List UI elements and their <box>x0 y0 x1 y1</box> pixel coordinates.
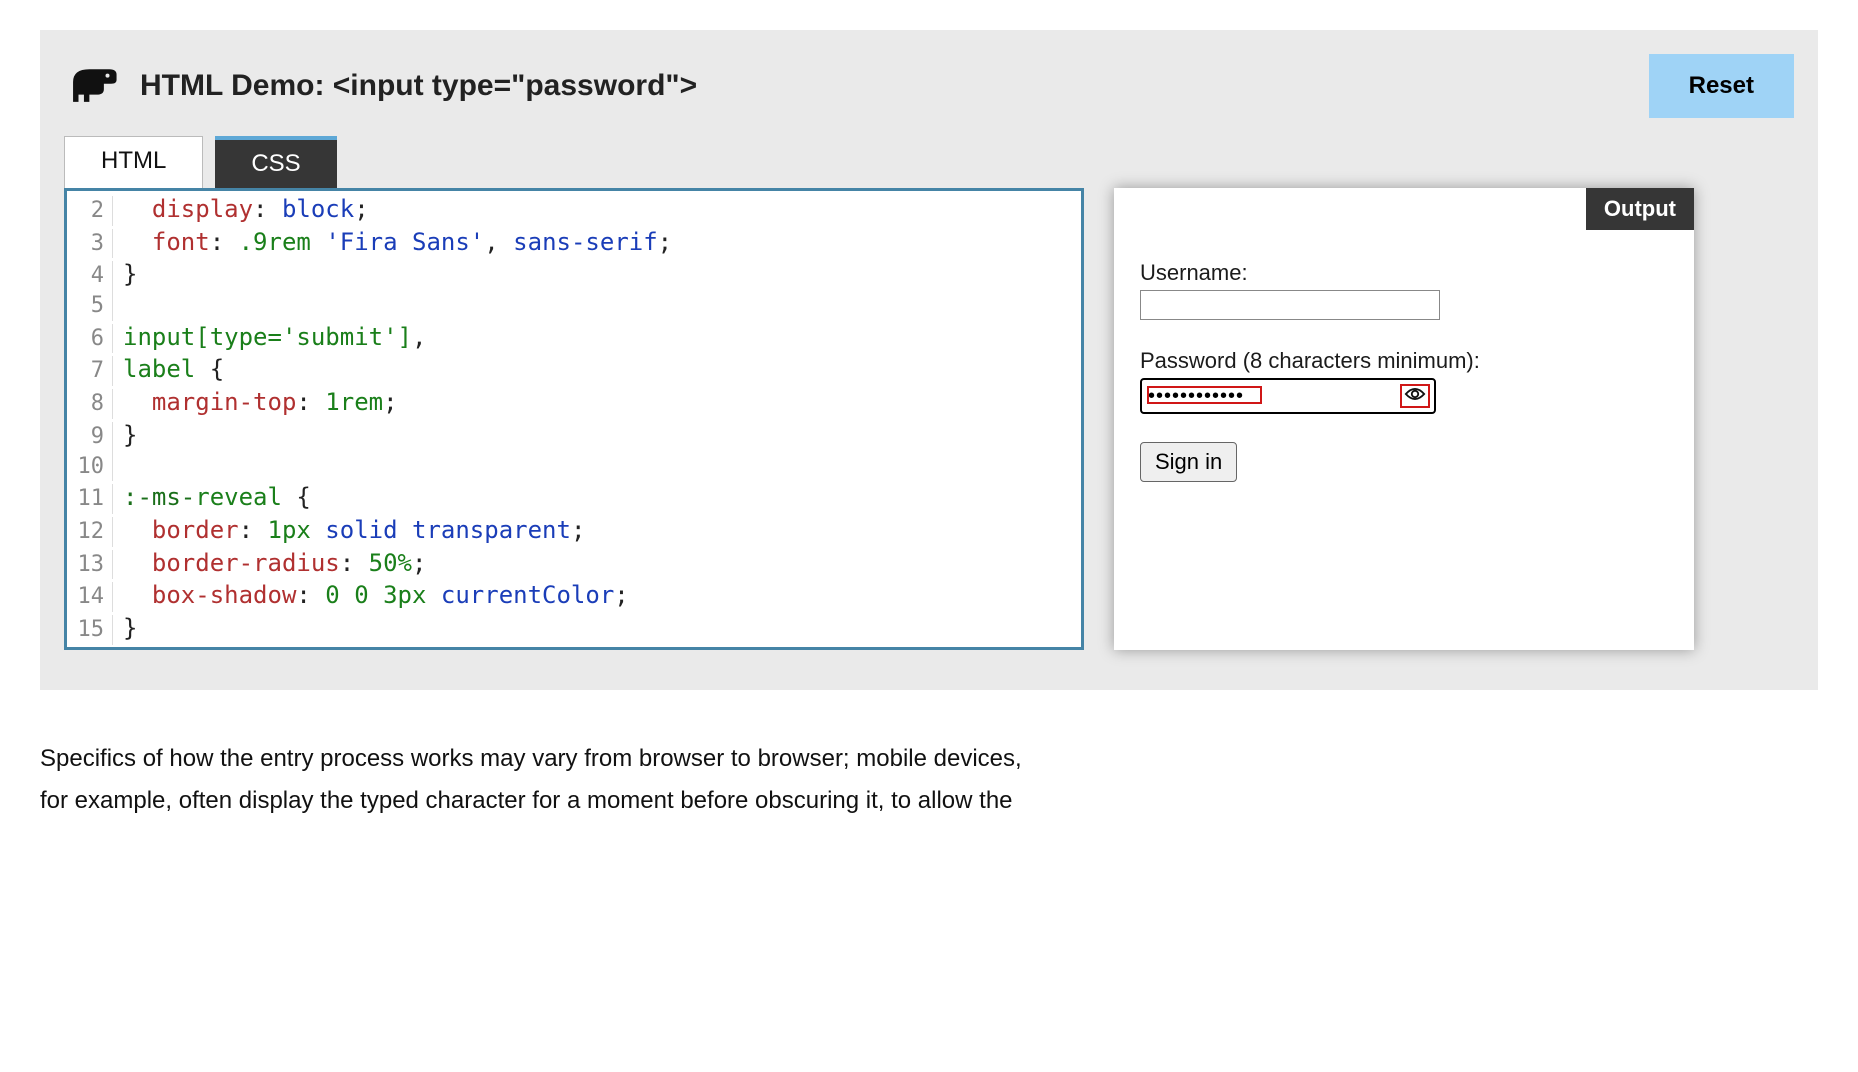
line-number: 6 <box>67 324 113 354</box>
reset-button[interactable]: Reset <box>1649 54 1794 118</box>
username-input[interactable] <box>1140 290 1440 320</box>
code-content: } <box>113 419 137 451</box>
output-badge: Output <box>1586 188 1694 230</box>
output-pane: Output Username: Password (8 characters … <box>1114 188 1694 650</box>
code-content: } <box>113 258 137 290</box>
body-text: Specifics of how the entry process works… <box>40 738 1818 822</box>
body-text-line: Specifics of how the entry process works… <box>40 738 1818 780</box>
code-line: 12 border: 1px solid transparent; <box>67 514 1081 547</box>
code-line: 7label { <box>67 353 1081 386</box>
username-label: Username: <box>1140 260 1668 286</box>
code-line: 4} <box>67 258 1081 291</box>
line-number: 14 <box>67 582 113 612</box>
code-content: border: 1px solid transparent; <box>113 514 585 546</box>
editor-tabs: HTML CSS <box>64 136 1794 188</box>
code-line: 6input[type='submit'], <box>67 321 1081 354</box>
dino-icon <box>64 62 122 110</box>
password-label: Password (8 characters minimum): <box>1140 348 1668 374</box>
code-content: input[type='submit'], <box>113 321 426 353</box>
line-number: 10 <box>67 452 113 482</box>
password-reveal-button[interactable] <box>1400 384 1430 408</box>
demo-header: HTML Demo: <input type="password"> Reset <box>64 54 1794 118</box>
line-number: 2 <box>67 196 113 226</box>
line-number: 12 <box>67 517 113 547</box>
code-line: 15} <box>67 612 1081 645</box>
code-line: 8 margin-top: 1rem; <box>67 386 1081 419</box>
line-number: 13 <box>67 550 113 580</box>
code-line: 14 box-shadow: 0 0 3px currentColor; <box>67 579 1081 612</box>
code-content: box-shadow: 0 0 3px currentColor; <box>113 579 629 611</box>
code-content: border-radius: 50%; <box>113 547 426 579</box>
line-number: 9 <box>67 422 113 452</box>
code-line: 11:-ms-reveal { <box>67 481 1081 514</box>
code-content: } <box>113 612 137 644</box>
line-number: 15 <box>67 615 113 645</box>
code-line: 13 border-radius: 50%; <box>67 547 1081 580</box>
code-content: font: .9rem 'Fira Sans', sans-serif; <box>113 226 672 258</box>
demo-title: HTML Demo: <input type="password"> <box>140 69 1631 103</box>
tab-html[interactable]: HTML <box>64 136 203 188</box>
tab-css[interactable]: CSS <box>215 136 336 188</box>
line-number: 3 <box>67 229 113 259</box>
body-text-line: for example, often display the typed cha… <box>40 780 1818 822</box>
demo-panel: HTML Demo: <input type="password"> Reset… <box>40 30 1818 690</box>
sign-in-button[interactable]: Sign in <box>1140 442 1237 482</box>
line-number: 7 <box>67 356 113 386</box>
code-content: margin-top: 1rem; <box>113 386 398 418</box>
eye-icon <box>1404 385 1426 408</box>
line-number: 5 <box>67 291 113 321</box>
password-input[interactable] <box>1140 378 1436 414</box>
code-content: :-ms-reveal { <box>113 481 311 513</box>
code-content: label { <box>113 353 224 385</box>
code-line: 3 font: .9rem 'Fira Sans', sans-serif; <box>67 226 1081 259</box>
code-content: display: block; <box>113 193 369 225</box>
code-line: 9} <box>67 419 1081 452</box>
line-number: 4 <box>67 261 113 291</box>
line-number: 8 <box>67 389 113 419</box>
code-editor[interactable]: 2 display: block;3 font: .9rem 'Fira San… <box>64 188 1084 650</box>
code-line: 2 display: block; <box>67 193 1081 226</box>
line-number: 11 <box>67 484 113 514</box>
password-field-wrap <box>1140 378 1436 414</box>
code-line: 10 <box>67 452 1081 482</box>
code-line: 5 <box>67 291 1081 321</box>
